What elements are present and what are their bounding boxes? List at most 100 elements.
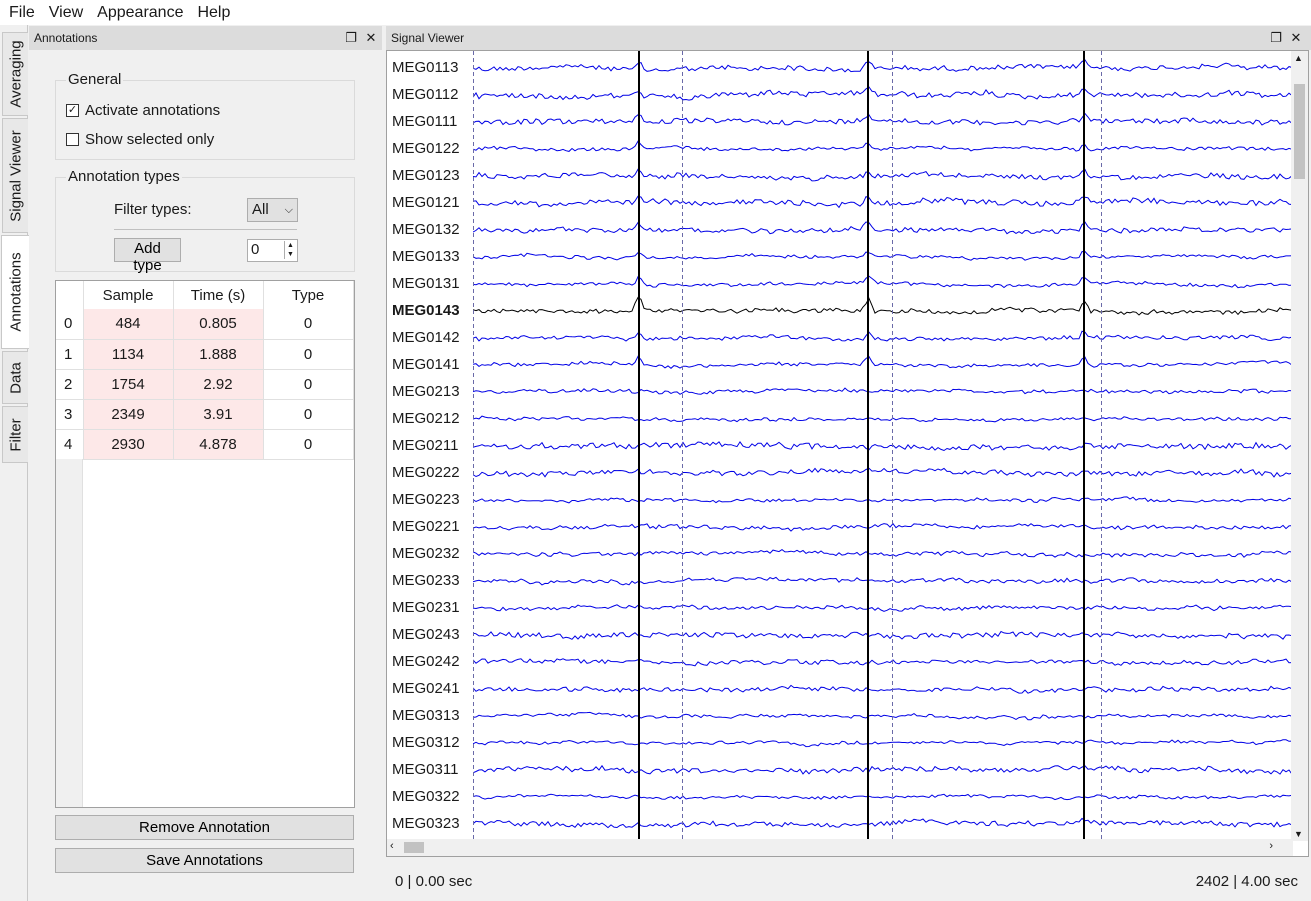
channel-label[interactable]: MEG0242: [392, 648, 460, 675]
save-annotations-button[interactable]: Save Annotations: [55, 848, 354, 873]
signal-trace[interactable]: [473, 195, 1293, 209]
channel-label[interactable]: MEG0313: [392, 702, 460, 729]
chevron-down-icon: ⌵: [284, 204, 293, 216]
signal-trace[interactable]: [473, 441, 1293, 452]
vertical-scrollbar[interactable]: ▲ ▼: [1291, 51, 1308, 841]
tab-signal-viewer[interactable]: Signal Viewer: [2, 118, 28, 233]
channel-label[interactable]: MEG0143: [392, 297, 460, 324]
channel-label[interactable]: MEG0233: [392, 567, 460, 594]
spin-arrows-icon[interactable]: ▲ ▼: [284, 241, 296, 259]
signal-trace[interactable]: [473, 59, 1293, 73]
tab-annotations[interactable]: Annotations: [1, 235, 29, 349]
channel-label[interactable]: MEG0322: [392, 783, 460, 810]
channel-label[interactable]: MEG0123: [392, 162, 460, 189]
signal-traces[interactable]: [473, 51, 1293, 841]
channel-label[interactable]: MEG0221: [392, 513, 460, 540]
signal-trace[interactable]: [473, 576, 1293, 586]
signal-trace[interactable]: [473, 764, 1293, 775]
signal-trace[interactable]: [473, 793, 1293, 801]
scroll-up-icon[interactable]: ▲: [1294, 53, 1303, 63]
channel-label[interactable]: MEG0112: [392, 81, 458, 108]
signal-trace[interactable]: [473, 739, 1293, 748]
scroll-down-icon[interactable]: ▼: [1294, 829, 1303, 839]
signal-trace[interactable]: [473, 548, 1293, 558]
tab-data[interactable]: Data: [2, 351, 28, 404]
menu-appearance[interactable]: Appearance: [90, 0, 190, 25]
signal-trace[interactable]: [473, 415, 1292, 423]
table-row[interactable]: 3 2349 3.91 0: [56, 399, 354, 430]
channel-label[interactable]: MEG0121: [392, 189, 460, 216]
channel-label[interactable]: MEG0141: [392, 351, 460, 378]
close-icon[interactable]: ✕: [362, 26, 380, 50]
menu-view[interactable]: View: [42, 0, 90, 25]
channel-label[interactable]: MEG0231: [392, 594, 460, 621]
signal-trace[interactable]: [473, 168, 1293, 182]
signal-trace[interactable]: [473, 112, 1293, 126]
type-spinbox[interactable]: 0 ▲ ▼: [247, 239, 298, 262]
tab-averaging[interactable]: Averaging: [2, 32, 28, 116]
channel-label[interactable]: MEG0243: [392, 621, 460, 648]
close-icon[interactable]: ✕: [1287, 26, 1305, 50]
signal-trace[interactable]: [473, 250, 1293, 261]
signal-trace[interactable]: [473, 330, 1293, 342]
signal-trace[interactable]: [473, 467, 1293, 478]
filter-types-combo[interactable]: All ⌵: [247, 198, 298, 222]
channel-label[interactable]: MEG0131: [392, 270, 460, 297]
channel-label[interactable]: MEG0211: [392, 432, 458, 459]
horizontal-scroll-thumb[interactable]: [404, 842, 424, 853]
signal-trace[interactable]: [473, 630, 1293, 640]
show-selected-only-checkbox[interactable]: Show selected only: [66, 131, 214, 148]
signal-trace[interactable]: [473, 522, 1293, 532]
signal-trace[interactable]: [473, 221, 1293, 235]
row-header-gutter: [56, 459, 83, 807]
float-icon[interactable]: ❐: [342, 26, 360, 50]
channel-label[interactable]: MEG0113: [392, 54, 458, 81]
horizontal-scrollbar[interactable]: ‹ ›: [387, 839, 1293, 856]
activate-annotations-checkbox[interactable]: ✓ Activate annotations: [66, 102, 220, 119]
channel-label[interactable]: MEG0142: [392, 324, 460, 351]
menu-help[interactable]: Help: [190, 0, 237, 25]
column-header-sample[interactable]: Sample: [83, 281, 174, 309]
column-header-time[interactable]: Time (s): [173, 281, 264, 309]
signal-trace[interactable]: [473, 711, 1293, 721]
signal-trace[interactable]: [473, 496, 1293, 504]
channel-label[interactable]: MEG0133: [392, 243, 460, 270]
vertical-scroll-thumb[interactable]: [1294, 84, 1305, 179]
table-row[interactable]: 0 484 0.805 0: [56, 309, 354, 340]
channel-label[interactable]: MEG0111: [392, 108, 457, 135]
signal-trace[interactable]: [473, 296, 1293, 316]
scroll-left-icon[interactable]: ‹: [390, 840, 394, 852]
signal-trace[interactable]: [473, 355, 1293, 369]
table-row[interactable]: 2 1754 2.92 0: [56, 369, 354, 400]
signal-trace[interactable]: [473, 140, 1293, 152]
column-header-type[interactable]: Type: [263, 281, 354, 309]
channel-label[interactable]: MEG0323: [392, 810, 460, 837]
channel-label[interactable]: MEG0312: [392, 729, 460, 756]
channel-label[interactable]: MEG0213: [392, 378, 460, 405]
table-row[interactable]: 1 1134 1.888 0: [56, 339, 354, 370]
channel-label[interactable]: MEG0132: [392, 216, 460, 243]
signal-trace[interactable]: [473, 275, 1293, 289]
signal-plot-area[interactable]: MEG0113 MEG0112 MEG0111 MEG0122 MEG0123 MEG01…: [386, 50, 1309, 857]
channel-label[interactable]: MEG0241: [392, 675, 460, 702]
menu-file[interactable]: File: [2, 0, 42, 25]
channel-label[interactable]: MEG0212: [392, 405, 460, 432]
channel-label[interactable]: MEG0222: [392, 459, 460, 486]
signal-trace[interactable]: [473, 684, 1293, 694]
scroll-right-icon[interactable]: ›: [1269, 840, 1273, 852]
add-type-button[interactable]: Add type: [114, 238, 181, 274]
channel-label[interactable]: MEG0223: [392, 486, 460, 513]
signal-trace[interactable]: [473, 604, 1293, 612]
signal-trace[interactable]: [473, 658, 1293, 667]
channel-label[interactable]: MEG0122: [392, 135, 460, 162]
tab-filter[interactable]: Filter: [2, 406, 28, 463]
channel-label[interactable]: MEG0311: [392, 756, 458, 783]
general-group: General ✓ Activate annotations Show sele…: [55, 71, 355, 160]
channel-label[interactable]: MEG0232: [392, 540, 460, 567]
float-icon[interactable]: ❐: [1267, 26, 1285, 50]
signal-trace[interactable]: [473, 86, 1293, 101]
table-row[interactable]: 4 2930 4.878 0: [56, 429, 354, 460]
signal-trace[interactable]: [473, 817, 1293, 829]
remove-annotation-button[interactable]: Remove Annotation: [55, 815, 354, 840]
signal-trace[interactable]: [473, 387, 1293, 395]
